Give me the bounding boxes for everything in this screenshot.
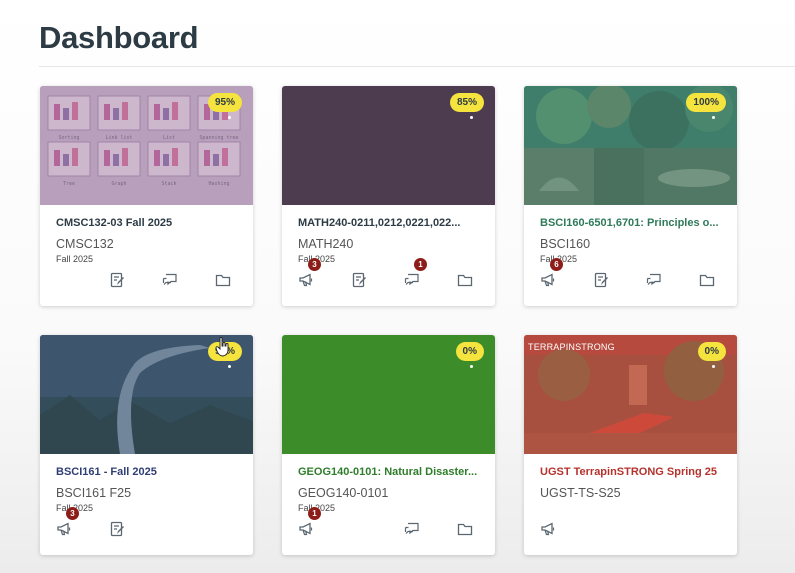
- badge-dot: [712, 365, 715, 368]
- course-card-hero[interactable]: 100%: [524, 86, 737, 205]
- unread-count-badge: 3: [66, 507, 79, 520]
- course-name-link[interactable]: BSCI161 - Fall 2025: [56, 466, 243, 478]
- hero-tag: TERRAPINSTRONG: [528, 342, 615, 352]
- unread-count-badge: 1: [414, 258, 427, 271]
- course-code: GEOG140-0101: [298, 486, 389, 500]
- course-card-body: MATH240-0211,0212,0221,022... MATH240 Fall…: [298, 217, 485, 264]
- assignments-icon[interactable]: [109, 272, 127, 290]
- files-icon[interactable]: [215, 272, 233, 290]
- course-card-body: UGST TerrapinSTRONG Spring 25 UGST-TS-S25: [540, 466, 727, 503]
- course-card[interactable]: 85% MATH240-0211,0212,0221,022... MATH240 F…: [282, 86, 495, 306]
- course-card[interactable]: 0% GEOG140-0101: Natural Disaster... GEOG1…: [282, 335, 495, 555]
- files-icon[interactable]: [699, 272, 717, 290]
- course-name-link[interactable]: BSCI160-6501,6701: Principles o...: [540, 217, 727, 229]
- grade-badge: 95%: [207, 93, 242, 112]
- course-code: BSCI161 F25: [56, 486, 132, 500]
- course-name-link[interactable]: UGST TerrapinSTRONG Spring 25: [540, 466, 727, 478]
- course-card-actions: 31: [298, 258, 485, 292]
- course-term: Fall 2025: [56, 254, 94, 264]
- course-card[interactable]: 100% BSCI160-6501,6701: Principles o... BS…: [524, 86, 737, 306]
- badge-dot: [470, 116, 473, 119]
- course-card-hero[interactable]: Sorting Link list List Spanning tree Tree Gra…: [40, 86, 253, 205]
- course-card-hero[interactable]: 0%: [282, 335, 495, 454]
- course-card-actions: [540, 521, 727, 541]
- badge-dot: [228, 116, 231, 119]
- files-icon[interactable]: [457, 272, 475, 290]
- assignments-icon[interactable]: [109, 521, 127, 539]
- unread-count-badge: 6: [550, 258, 563, 271]
- grade-badge: 0%: [697, 342, 726, 361]
- course-name-link[interactable]: CMSC132-03 Fall 2025: [56, 217, 243, 229]
- grade-badge: 100%: [686, 93, 726, 112]
- course-term: Fall 2025: [298, 503, 336, 513]
- badge-dot: [470, 365, 473, 368]
- badge-dot: [228, 365, 231, 368]
- course-card-body: CMSC132-03 Fall 2025 CMSC132 Fall 2025: [56, 217, 243, 264]
- course-code: UGST-TS-S25: [540, 486, 621, 500]
- assignments-icon[interactable]: [351, 272, 369, 290]
- hand-cursor-icon: [215, 337, 229, 357]
- title-divider: [39, 66, 795, 67]
- unread-count-badge: 3: [308, 258, 321, 271]
- unread-count-badge: 1: [308, 507, 321, 520]
- announcements-icon[interactable]: [540, 521, 558, 539]
- discussions-icon[interactable]: [162, 272, 180, 290]
- course-card-body: GEOG140-0101: Natural Disaster... GEOG140…: [298, 466, 485, 513]
- announcements-icon[interactable]: 3: [298, 258, 321, 290]
- badge-dot: [712, 116, 715, 119]
- grade-badge: 0%: [455, 342, 484, 361]
- discussions-icon[interactable]: 1: [404, 258, 427, 290]
- announcements-icon[interactable]: 1: [298, 507, 321, 539]
- course-card-actions: 1: [298, 507, 485, 541]
- course-card-actions: [56, 272, 243, 292]
- course-code: MATH240: [298, 237, 354, 251]
- discussions-icon[interactable]: [404, 521, 422, 539]
- course-card-actions: 6: [540, 258, 727, 292]
- files-icon[interactable]: [457, 521, 475, 539]
- page-title: Dashboard: [39, 20, 199, 55]
- course-term: Fall 2025: [540, 254, 578, 264]
- course-name-link[interactable]: MATH240-0211,0212,0221,022...: [298, 217, 485, 229]
- course-card-actions: 3: [56, 507, 243, 541]
- grade-badge: 85%: [449, 93, 484, 112]
- discussions-icon[interactable]: [646, 272, 664, 290]
- course-card-hero[interactable]: 85%: [282, 86, 495, 205]
- course-term: Fall 2025: [56, 503, 94, 513]
- course-card[interactable]: 97%BSCI161 - Fall 2025BSCI161 F25Fall 20…: [40, 335, 253, 555]
- course-card-hero[interactable]: TERRAPINSTRONG 0%: [524, 335, 737, 454]
- course-card-body: BSCI161 - Fall 2025 BSCI161 F25 Fall 2025: [56, 466, 243, 513]
- course-term: Fall 2025: [298, 254, 336, 264]
- announcements-icon[interactable]: 3: [56, 507, 79, 539]
- course-code: CMSC132: [56, 237, 114, 251]
- course-name-link[interactable]: GEOG140-0101: Natural Disaster...: [298, 466, 485, 478]
- assignments-icon[interactable]: [593, 272, 611, 290]
- course-card[interactable]: Sorting Link list List Spanning tree Tree Gra…: [40, 86, 253, 306]
- course-code: BSCI160: [540, 237, 591, 251]
- course-card[interactable]: TERRAPINSTRONG 0% UGST TerrapinSTRONG Spri…: [524, 335, 737, 555]
- announcements-icon[interactable]: 6: [540, 258, 563, 290]
- course-card-body: BSCI160-6501,6701: Principles o... BSCI16…: [540, 217, 727, 264]
